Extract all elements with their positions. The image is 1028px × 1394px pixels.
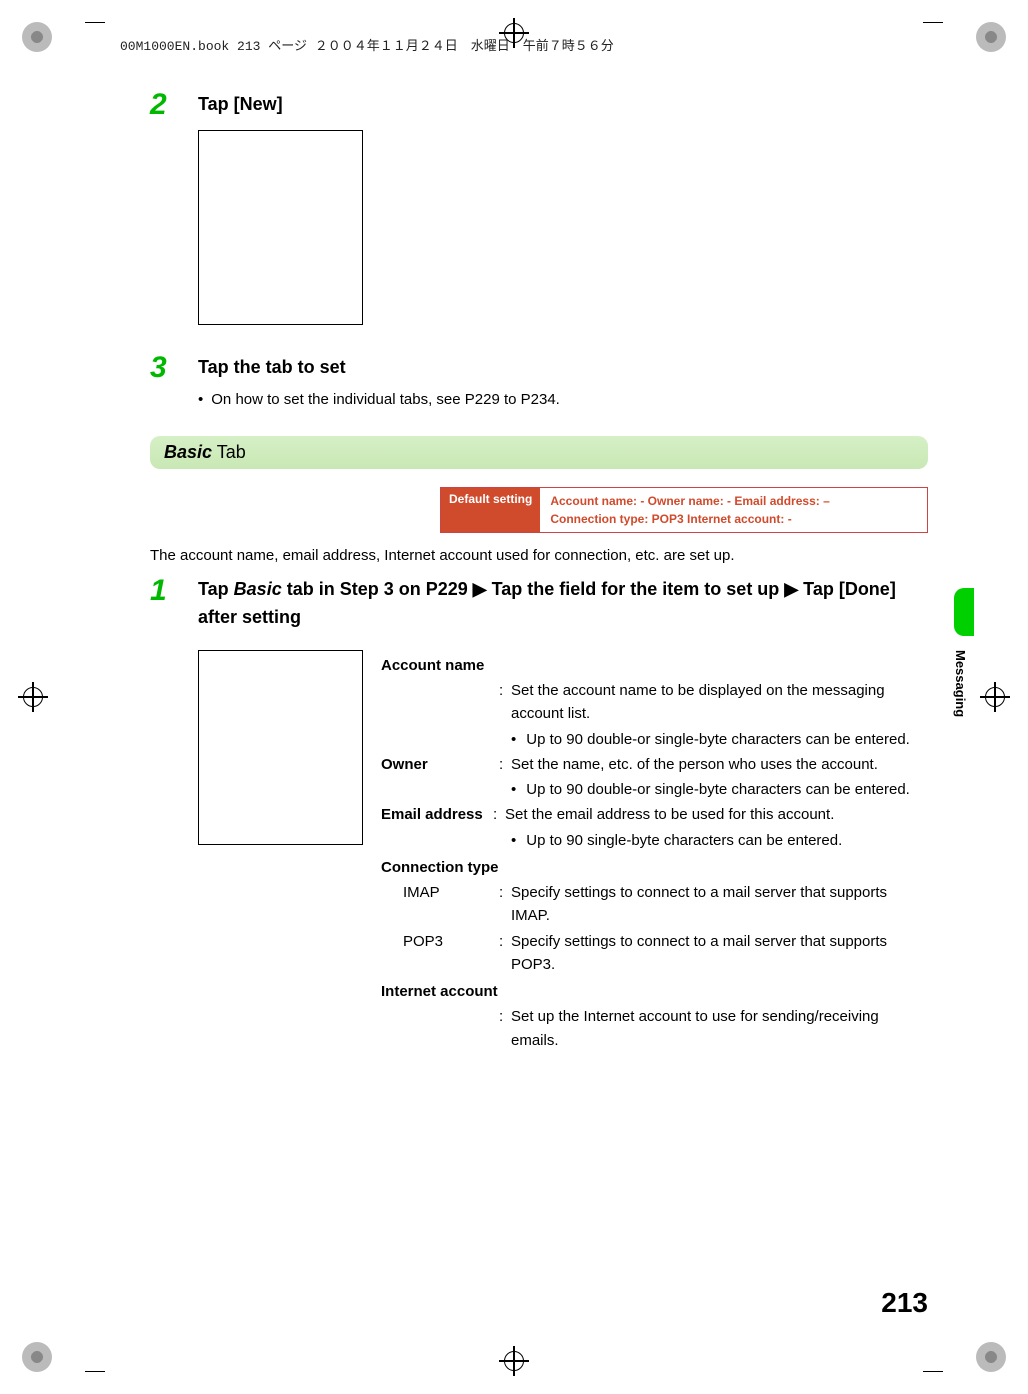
screenshot-placeholder — [198, 130, 363, 325]
text: Tap — [198, 579, 234, 599]
registration-mark — [18, 682, 48, 712]
step-1: 1 Tap Basic tab in Step 3 on P229 ▶ Tap … — [150, 576, 928, 632]
section-side-label: Messaging — [953, 650, 968, 717]
default-setting-label: Default setting — [441, 488, 540, 532]
bullet-icon: • — [198, 391, 203, 408]
default-setting-value: Account name: - Owner name: - Email addr… — [540, 488, 839, 532]
def-header: Internet account — [381, 980, 928, 1003]
crop-line — [923, 22, 943, 23]
def-desc: Specify settings to connect to a mail se… — [511, 930, 928, 977]
step-1-title: Tap Basic tab in Step 3 on P229 ▶ Tap th… — [198, 576, 928, 632]
def-sub: Up to 90 double-or single-byte character… — [526, 728, 910, 751]
def-term: POP3 — [403, 930, 499, 977]
def-term: Email address — [381, 803, 499, 826]
page-number: 213 — [881, 1287, 928, 1319]
def-header: Connection type — [381, 856, 928, 879]
def-sub: Up to 90 double-or single-byte character… — [526, 778, 910, 801]
def-desc: Set the name, etc. of the person who use… — [511, 753, 928, 776]
def-desc: Set the account name to be displayed on … — [511, 679, 928, 726]
step-number: 2 — [150, 90, 198, 120]
step-3: 3 Tap the tab to set — [150, 353, 928, 383]
step-title: Tap [New] — [198, 94, 283, 115]
intro-text: The account name, email address, Interne… — [150, 547, 928, 564]
section-heading-bar: Basic Tab — [150, 436, 928, 469]
crop-circle — [976, 1342, 1006, 1372]
section-heading-italic: Basic — [164, 442, 212, 462]
crop-circle — [976, 22, 1006, 52]
page-content: 2 Tap [New] 3 Tap the tab to set • On ho… — [150, 90, 928, 1054]
crop-circle — [22, 22, 52, 52]
registration-mark — [980, 682, 1010, 712]
step-2: 2 Tap [New] — [150, 90, 928, 120]
def-desc: Set up the Internet account to use for s… — [511, 1005, 928, 1052]
step-3-bullet: • On how to set the individual tabs, see… — [198, 391, 928, 408]
def-sub: Up to 90 single-byte characters can be e… — [526, 829, 842, 852]
def-term: Owner — [381, 753, 499, 776]
screenshot-placeholder — [198, 650, 363, 845]
section-heading-rest: Tab — [212, 442, 246, 462]
page-meta-header: 00M1000EN.book 213 ページ ２００４年１１月２４日 水曜日 午… — [120, 35, 614, 54]
def-desc: Specify settings to connect to a mail se… — [511, 881, 928, 928]
def-desc: Set the email address to be used for thi… — [505, 803, 928, 826]
registration-mark — [499, 1346, 529, 1376]
def-term: Account name — [381, 654, 928, 677]
text: Tap the field for the item to set up — [487, 579, 785, 599]
section-color-tab — [954, 588, 974, 636]
text-italic: Basic — [234, 579, 282, 599]
step-number: 1 — [150, 576, 198, 606]
text: tab in Step 3 on P229 — [282, 579, 473, 599]
bullet-icon: • — [511, 778, 516, 801]
bullet-icon: • — [511, 829, 516, 852]
crop-line — [923, 1371, 943, 1372]
arrow-icon: ▶ — [784, 579, 798, 599]
definition-list: Account name : Set the account name to b… — [381, 650, 928, 1054]
bullet-icon: • — [511, 728, 516, 751]
bullet-text: On how to set the individual tabs, see P… — [211, 391, 560, 408]
def-term: IMAP — [403, 881, 499, 928]
default-setting-box: Default setting Account name: - Owner na… — [440, 487, 928, 533]
crop-circle — [22, 1342, 52, 1372]
crop-line — [85, 1371, 105, 1372]
step-number: 3 — [150, 353, 198, 383]
arrow-icon: ▶ — [473, 579, 487, 599]
step-title: Tap the tab to set — [198, 357, 346, 378]
crop-line — [85, 22, 105, 23]
